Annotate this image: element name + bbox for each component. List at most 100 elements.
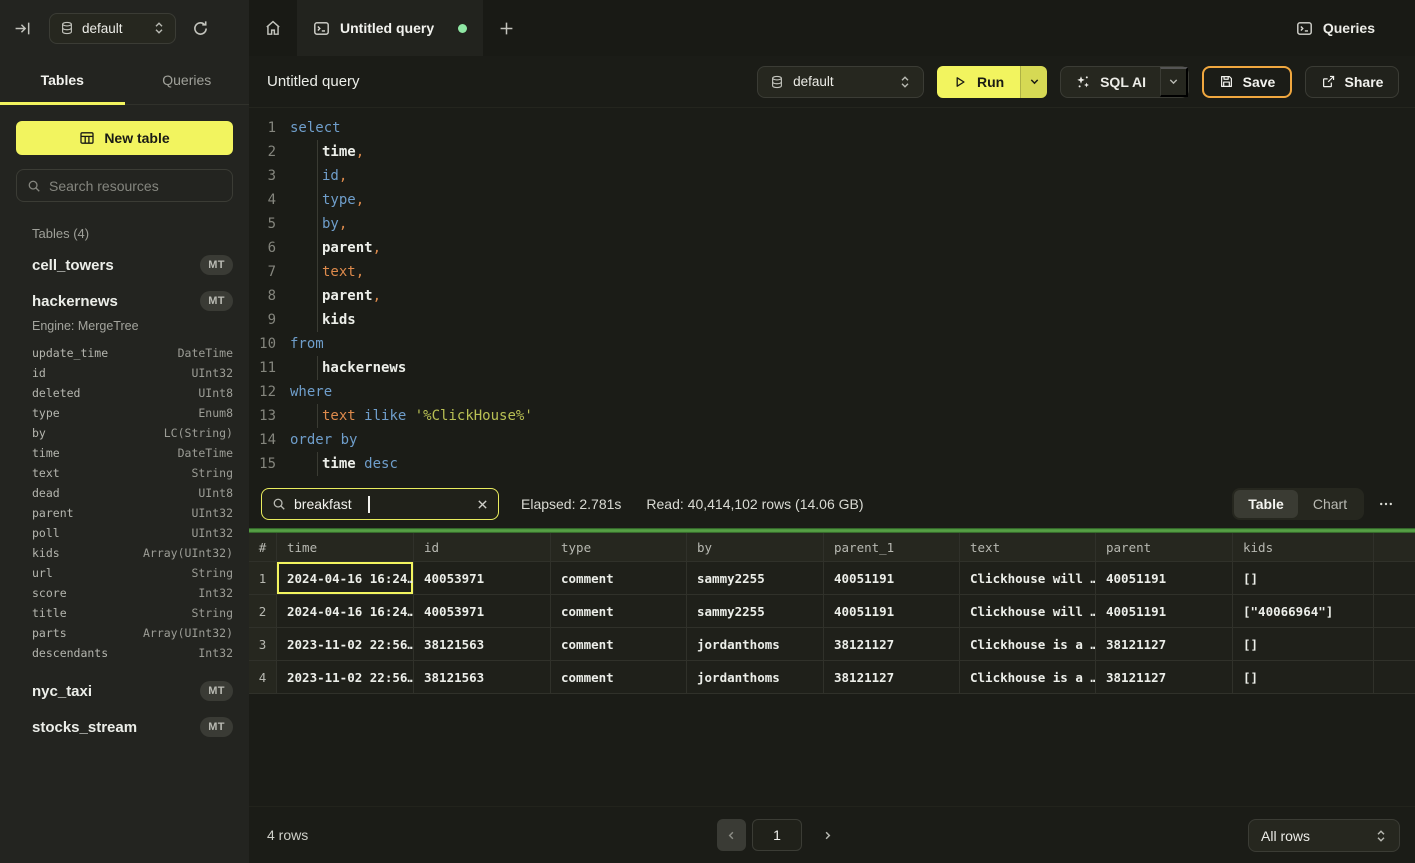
schema-column[interactable]: typeEnum8 (16, 403, 233, 423)
queries-button[interactable]: Queries (1296, 20, 1375, 37)
schema-column[interactable]: byLC(String) (16, 423, 233, 443)
sql-ai-chevron[interactable] (1160, 67, 1188, 97)
table-cell[interactable]: 38121563 (414, 661, 551, 693)
sidebar-tab-queries[interactable]: Queries (125, 56, 250, 104)
table-cell[interactable]: 38121127 (1096, 661, 1233, 693)
sidebar-item-cell-towers[interactable]: cell_towers MT (16, 247, 233, 283)
new-table-button[interactable]: New table (16, 121, 233, 155)
run-button[interactable]: Run (937, 66, 1020, 98)
table-cell[interactable]: 38121127 (824, 628, 960, 660)
table-cell[interactable]: comment (551, 661, 687, 693)
schema-column[interactable]: partsArray(UInt32) (16, 623, 233, 643)
run-label: Run (977, 74, 1004, 90)
prev-page-icon[interactable] (717, 819, 746, 851)
table-cell[interactable]: 2023-11-02 22:56… (277, 661, 414, 693)
sql-ai-button[interactable]: SQL AI (1061, 74, 1160, 90)
next-page-icon[interactable] (815, 819, 839, 851)
table-cell[interactable]: 4 (249, 661, 277, 693)
schema-column[interactable]: timeDateTime (16, 443, 233, 463)
table-cell[interactable]: sammy2255 (687, 595, 824, 627)
schema-column[interactable]: scoreInt32 (16, 583, 233, 603)
share-button[interactable]: Share (1305, 66, 1399, 98)
schema-column[interactable]: descendantsInt32 (16, 643, 233, 663)
sql-editor[interactable]: 1select2time,3id,4type,5by,6parent,7text… (249, 108, 1415, 480)
column-type: LC(String) (164, 426, 233, 440)
table-cell[interactable]: Clickhouse will … (960, 595, 1096, 627)
table-cell[interactable]: 2024-04-16 16:24… (277, 562, 414, 594)
schema-column[interactable]: titleString (16, 603, 233, 623)
table-cell[interactable]: 38121563 (414, 628, 551, 660)
schema-column[interactable]: deadUInt8 (16, 483, 233, 503)
run-options-chevron[interactable] (1020, 66, 1047, 98)
database-selector-toolbar[interactable]: default (757, 66, 924, 98)
sidebar-search[interactable] (16, 169, 233, 202)
column-header[interactable]: time (277, 533, 414, 561)
database-selector-topbar[interactable]: default (49, 13, 176, 44)
table-cell[interactable]: 40051191 (824, 595, 960, 627)
table-cell[interactable]: Clickhouse is a … (960, 661, 1096, 693)
clear-search-icon[interactable] (477, 499, 488, 510)
table-cell[interactable]: 2024-04-16 16:24… (277, 595, 414, 627)
table-cell[interactable]: [] (1233, 628, 1374, 660)
table-cell[interactable]: 2 (249, 595, 277, 627)
table-cell[interactable]: 3 (249, 628, 277, 660)
table-cell[interactable]: sammy2255 (687, 562, 824, 594)
table-cell[interactable]: [] (1233, 562, 1374, 594)
table-cell[interactable]: Clickhouse will … (960, 562, 1096, 594)
column-header[interactable]: parent_1 (824, 533, 960, 561)
save-button[interactable]: Save (1202, 66, 1292, 98)
table-cell[interactable]: 40053971 (414, 562, 551, 594)
table-cell[interactable]: 40051191 (1096, 562, 1233, 594)
sidebar-item-hackernews[interactable]: hackernews MT (16, 283, 233, 319)
table-cell[interactable]: comment (551, 628, 687, 660)
sidebar-item-stocks-stream[interactable]: stocks_stream MT (16, 709, 233, 745)
more-options-icon[interactable] (1373, 496, 1399, 512)
line-number: 7 (249, 260, 276, 284)
table-cell[interactable]: comment (551, 562, 687, 594)
column-header[interactable]: text (960, 533, 1096, 561)
table-cell[interactable]: 1 (249, 562, 277, 594)
column-header[interactable]: parent (1096, 533, 1233, 561)
sidebar-tab-tables[interactable]: Tables (0, 56, 125, 104)
sidebar-item-nyc-taxi[interactable]: nyc_taxi MT (16, 673, 233, 709)
table-cell[interactable]: 2023-11-02 22:56… (277, 628, 414, 660)
column-header[interactable]: id (414, 533, 551, 561)
table-cell[interactable]: 38121127 (1096, 628, 1233, 660)
table-cell[interactable]: 38121127 (824, 661, 960, 693)
home-icon[interactable] (249, 0, 297, 56)
schema-column[interactable]: pollUInt32 (16, 523, 233, 543)
schema-column[interactable]: deletedUInt8 (16, 383, 233, 403)
table-cell[interactable]: comment (551, 595, 687, 627)
table-cell[interactable]: 40051191 (824, 562, 960, 594)
table-cell[interactable]: jordanthoms (687, 628, 824, 660)
page-number-input[interactable]: 1 (752, 819, 802, 851)
page-size-selector[interactable]: All rows (1248, 819, 1400, 852)
table-cell[interactable]: Clickhouse is a … (960, 628, 1096, 660)
results-search[interactable]: breakfast (261, 488, 499, 520)
new-tab-icon[interactable] (483, 0, 529, 56)
column-name: type (32, 406, 60, 420)
column-name: time (32, 446, 60, 460)
schema-column[interactable]: idUInt32 (16, 363, 233, 383)
sidebar-search-input[interactable] (49, 178, 209, 194)
schema-column[interactable]: kidsArray(UInt32) (16, 543, 233, 563)
tab-untitled-query[interactable]: Untitled query (297, 0, 483, 56)
table-cell[interactable]: 40053971 (414, 595, 551, 627)
schema-column[interactable]: urlString (16, 563, 233, 583)
schema-column[interactable]: parentUInt32 (16, 503, 233, 523)
column-header[interactable]: by (687, 533, 824, 561)
table-cell[interactable]: jordanthoms (687, 661, 824, 693)
column-header[interactable]: # (249, 533, 277, 561)
view-toggle-chart[interactable]: Chart (1298, 490, 1362, 518)
schema-column[interactable]: update_timeDateTime (16, 343, 233, 363)
line-number: 14 (249, 428, 276, 452)
column-header[interactable]: kids (1233, 533, 1374, 561)
table-cell[interactable]: [] (1233, 661, 1374, 693)
column-header[interactable]: type (551, 533, 687, 561)
collapse-sidebar-icon[interactable] (14, 20, 31, 37)
table-cell[interactable]: 40051191 (1096, 595, 1233, 627)
schema-column[interactable]: textString (16, 463, 233, 483)
refresh-icon[interactable] (192, 20, 209, 37)
view-toggle-table[interactable]: Table (1234, 490, 1298, 518)
table-cell[interactable]: ["40066964"] (1233, 595, 1374, 627)
